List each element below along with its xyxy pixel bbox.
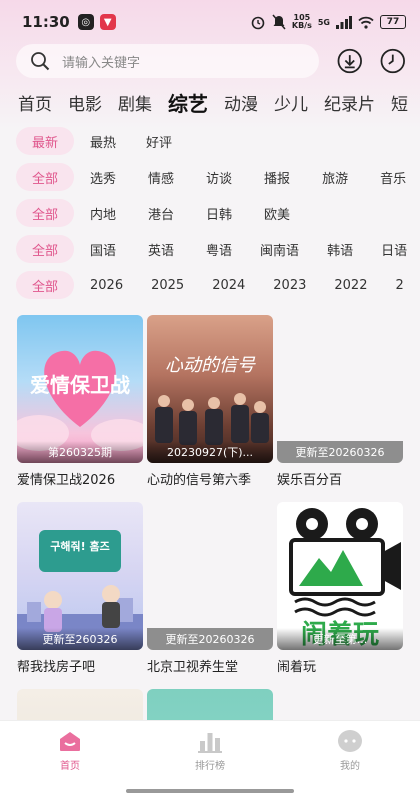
filter-year-chip[interactable]: 2024 [212, 271, 245, 299]
filter-type-chip[interactable]: 音乐 [380, 163, 406, 191]
status-icons: 105 KB/s 5G 77 [250, 14, 406, 30]
filter-year-chip[interactable]: 全部 [16, 271, 74, 299]
bottom-navigation: 首页 排行榜 我的 [0, 720, 420, 800]
filter-sort-chip[interactable]: 好评 [146, 127, 172, 155]
show-card[interactable]: 爱情保卫战 第260325期 爱情保卫战2026 [17, 315, 143, 488]
history-icon[interactable] [380, 48, 406, 74]
show-title: 闹着玩 [277, 660, 317, 675]
filter-year-row: 全部 2026 2025 2024 2023 2022 2 [16, 271, 420, 299]
mute-icon [272, 14, 286, 30]
signal-icon [336, 15, 352, 29]
filter-year-chip[interactable]: 2022 [334, 271, 367, 299]
profile-icon [338, 730, 362, 752]
episode-badge: 更新至260326 [17, 628, 143, 650]
show-poster[interactable]: 心动的信号 20230927(下)... [147, 315, 273, 463]
tab-anime[interactable]: 动漫 [224, 90, 258, 115]
tab-variety[interactable]: 综艺 [168, 88, 208, 116]
show-poster[interactable]: 更新至20260326 [277, 315, 403, 463]
episode-badge: 第260325期 [17, 441, 143, 463]
filter-region-chip[interactable]: 内地 [90, 199, 116, 227]
filter-year-chip[interactable]: 2025 [151, 271, 184, 299]
filter-region-chip[interactable]: 日韩 [206, 199, 232, 227]
battery-icon: 77 [380, 15, 406, 29]
tab-home[interactable]: 首页 [18, 90, 52, 115]
status-time: 11:30 [22, 13, 70, 31]
filter-type-chip[interactable]: 访谈 [206, 163, 232, 191]
show-title: 心动的信号第六季 [147, 473, 252, 488]
show-title: 北京卫视养生堂 [147, 660, 239, 675]
tab-movies[interactable]: 电影 [68, 90, 102, 115]
alarm-icon [251, 16, 265, 30]
filter-year-chip[interactable]: 2026 [90, 271, 123, 299]
episode-badge: 更新至第... [277, 628, 403, 650]
show-card[interactable]: 구해줘! 홈즈 更新至260326 帮我找房子吧 [17, 502, 143, 675]
poster-title-text: 爱情保卫战 [30, 373, 130, 397]
filter-language-chip[interactable]: 韩语 [327, 235, 353, 263]
filter-year-chip[interactable]: 2023 [273, 271, 306, 299]
network-speed: 105 KB/s [291, 13, 312, 30]
filter-region-chip[interactable]: 港台 [148, 199, 174, 227]
filter-language-chip[interactable]: 粤语 [206, 235, 232, 263]
filter-type-chip[interactable]: 播报 [264, 163, 290, 191]
home-indicator[interactable] [126, 789, 294, 793]
tab-documentary[interactable]: 纪录片 [324, 90, 375, 115]
filter-sort-chip[interactable]: 最热 [90, 127, 116, 155]
filter-year-chip[interactable]: 2 [395, 271, 403, 299]
nav-profile-label: 我的 [340, 761, 360, 772]
search-row: 请输入关键字 [16, 44, 406, 78]
show-card[interactable]: 更新至20260326 北京卫视养生堂 [147, 502, 273, 675]
filter-type-chip[interactable]: 全部 [16, 163, 74, 191]
filter-language-row: 全部 国语 英语 粤语 闽南语 韩语 日语 [16, 235, 420, 263]
show-card[interactable]: 闹着玩 更新至第... 闹着玩 [277, 502, 403, 675]
show-poster[interactable]: 闹着玩 更新至第... [277, 502, 403, 650]
episode-badge: 20230927(下)... [147, 441, 273, 463]
filter-type-chip[interactable]: 旅游 [322, 163, 348, 191]
show-title: 娱乐百分百 [277, 473, 343, 488]
filter-type-chip[interactable]: 选秀 [90, 163, 116, 191]
category-tabs: 首页 电影 剧集 综艺 动漫 少儿 纪录片 短 [18, 88, 420, 116]
nav-home[interactable]: 首页 [30, 729, 110, 772]
show-card[interactable]: 更新至20260326 娱乐百分百 [277, 315, 403, 488]
signal-label: 5G [317, 17, 330, 27]
wifi-icon [358, 16, 374, 29]
filter-region-chip[interactable]: 全部 [16, 199, 74, 227]
filter-type-chip[interactable]: 情感 [148, 163, 174, 191]
filter-language-chip[interactable]: 闽南语 [260, 235, 299, 263]
poster-title-text: 心动的信号 [165, 355, 255, 376]
ranking-icon [198, 733, 222, 753]
home-icon [60, 732, 80, 751]
nav-ranking-label: 排行榜 [195, 761, 225, 772]
tab-short[interactable]: 短 [391, 90, 408, 115]
show-card[interactable]: 心动的信号 20230927(下)... 心动的信号第六季 [147, 315, 273, 488]
app-notification-icon-2: ▼ [99, 14, 116, 30]
filter-type-row: 全部 选秀 情感 访谈 播报 旅游 音乐 [16, 163, 420, 191]
filter-sort-chip[interactable]: 最新 [16, 127, 74, 155]
show-title: 爱情保卫战2026 [17, 473, 116, 488]
show-poster[interactable]: 爱情保卫战 第260325期 [17, 315, 143, 463]
nav-profile[interactable]: 我的 [310, 729, 390, 772]
status-bar: 11:30 ◎ ▼ 105 KB/s 5G 77 [0, 0, 420, 44]
show-poster[interactable]: 更新至20260326 [147, 502, 273, 650]
filter-region-chip[interactable]: 欧美 [264, 199, 290, 227]
episode-badge: 更新至20260326 [277, 441, 403, 463]
search-placeholder: 请输入关键字 [62, 55, 141, 71]
tab-series[interactable]: 剧集 [118, 90, 152, 115]
filter-language-chip[interactable]: 英语 [148, 235, 174, 263]
filter-language-chip[interactable]: 国语 [90, 235, 116, 263]
search-icon [31, 52, 50, 71]
filter-language-chip[interactable]: 日语 [381, 235, 407, 263]
search-input[interactable]: 请输入关键字 [16, 44, 319, 78]
filter-region-row: 全部 内地 港台 日韩 欧美 [16, 199, 420, 227]
tab-kids[interactable]: 少儿 [274, 90, 308, 115]
show-poster[interactable]: 구해줘! 홈즈 更新至260326 [17, 502, 143, 650]
app-notification-icon: ◎ [77, 14, 94, 30]
nav-ranking[interactable]: 排行榜 [170, 729, 250, 772]
show-title: 帮我找房子吧 [17, 660, 96, 675]
filter-sort-row: 最新 最热 好评 [16, 127, 420, 155]
nav-home-label: 首页 [60, 761, 80, 772]
download-icon[interactable] [337, 48, 363, 74]
poster-title-text: 구해줘! 홈즈 [50, 540, 110, 553]
episode-badge: 更新至20260326 [147, 628, 273, 650]
filter-language-chip[interactable]: 全部 [16, 235, 74, 263]
